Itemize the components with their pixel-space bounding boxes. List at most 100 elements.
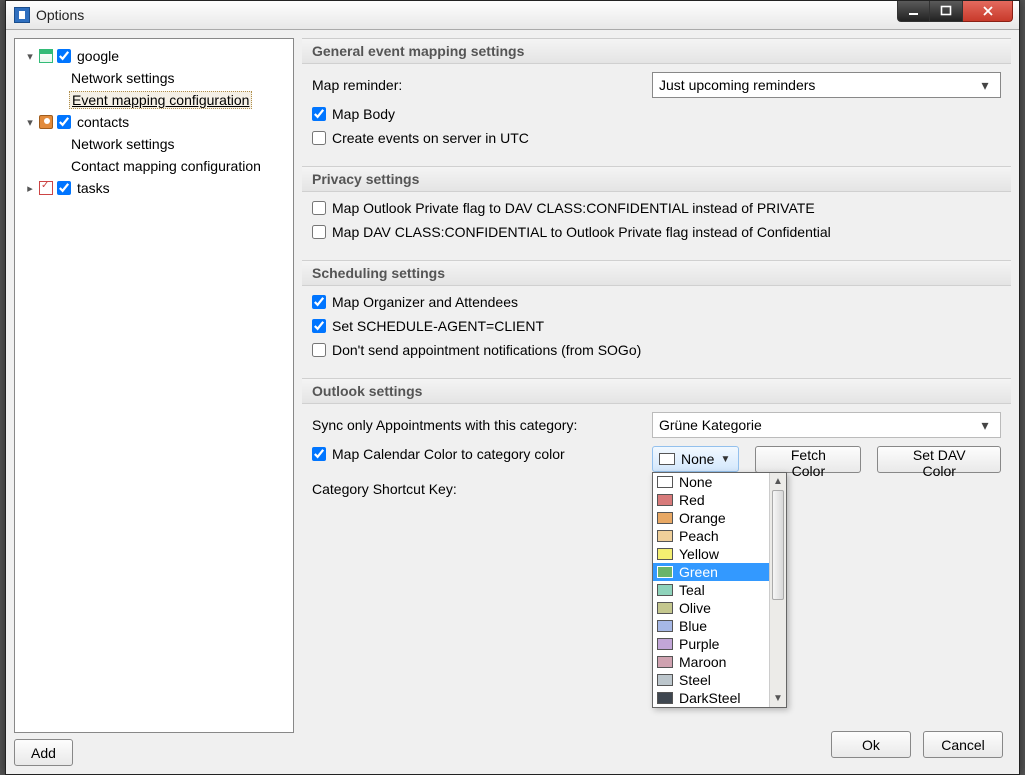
chevron-down-icon: ▾: [976, 417, 994, 434]
map-body-checkbox[interactable]: Map Body: [312, 106, 395, 122]
color-swatch-icon: [657, 494, 673, 506]
app-icon: [14, 7, 30, 23]
scroll-down-icon[interactable]: ▼: [770, 690, 786, 707]
category-color-button[interactable]: None ▼: [652, 446, 739, 472]
section-header-general: General event mapping settings: [302, 38, 1011, 64]
color-option-label: Olive: [679, 600, 711, 616]
settings-panel: General event mapping settings Map remin…: [302, 38, 1011, 766]
scrollbar[interactable]: ▲ ▼: [769, 473, 786, 707]
shortcut-key-label: Category Shortcut Key:: [312, 481, 652, 497]
tree-item-checkbox[interactable]: [57, 181, 71, 195]
tree-item[interactable]: Event mapping configuration: [19, 89, 289, 111]
dialog-footer: Ok Cancel: [831, 731, 1003, 758]
tree-item-label: Event mapping configuration: [69, 91, 252, 109]
section-header-scheduling: Scheduling settings: [302, 260, 1011, 286]
color-option[interactable]: Maroon: [653, 653, 769, 671]
expander-icon[interactable]: ▾: [23, 50, 37, 63]
tree-item[interactable]: ▾ contacts: [19, 111, 289, 133]
privacy-confidential-checkbox[interactable]: Map Outlook Private flag to DAV CLASS:CO…: [312, 200, 815, 216]
map-calendar-color-checkbox[interactable]: Map Calendar Color to category color: [312, 446, 652, 462]
color-swatch-icon: [657, 620, 673, 632]
chevron-down-icon: ▼: [720, 454, 730, 465]
color-option-label: Peach: [679, 528, 719, 544]
color-swatch-icon: [657, 602, 673, 614]
scrollbar-thumb[interactable]: [772, 490, 784, 600]
titlebar[interactable]: Options: [6, 1, 1019, 30]
create-utc-checkbox[interactable]: Create events on server in UTC: [312, 130, 529, 146]
fetch-color-button[interactable]: Fetch Color: [755, 446, 861, 473]
scroll-up-icon[interactable]: ▲: [770, 473, 786, 490]
contacts-icon: [37, 114, 55, 130]
color-button-row: None ▼ Fetch Color Set DAV Color: [652, 446, 1001, 473]
tree-item[interactable]: ▾ google: [19, 45, 289, 67]
maximize-button[interactable]: [930, 1, 963, 22]
color-swatch-icon: [657, 656, 673, 668]
sync-category-select[interactable]: Grüne Kategorie ▾: [652, 412, 1001, 438]
color-option[interactable]: Blue: [653, 617, 769, 635]
schedule-agent-checkbox[interactable]: Set SCHEDULE-AGENT=CLIENT: [312, 318, 544, 334]
color-swatch-icon: [657, 692, 673, 704]
color-option[interactable]: Peach: [653, 527, 769, 545]
color-swatch-icon: [657, 512, 673, 524]
tree-item[interactable]: ▸ tasks: [19, 177, 289, 199]
color-option[interactable]: Green: [653, 563, 769, 581]
tree-item-label: google: [75, 48, 121, 64]
category-color-value: None: [681, 451, 714, 467]
tree-item-checkbox[interactable]: [57, 49, 71, 63]
color-option[interactable]: Red: [653, 491, 769, 509]
chevron-down-icon: ▾: [976, 77, 994, 94]
tree-item-label: contacts: [75, 114, 131, 130]
ok-button[interactable]: Ok: [831, 731, 911, 758]
window-controls: [897, 1, 1013, 22]
expander-icon[interactable]: ▾: [23, 116, 37, 129]
tree-item-label: tasks: [75, 180, 112, 196]
tree-item-label: Network settings: [69, 70, 176, 86]
color-option-label: Orange: [679, 510, 726, 526]
sidebar: ▾ google Network settings Event mapping con…: [14, 38, 294, 766]
tree-item-label: Network settings: [69, 136, 176, 152]
color-swatch-icon: [657, 638, 673, 650]
color-option-label: None: [679, 474, 712, 490]
color-swatch-icon: [659, 453, 675, 465]
color-option[interactable]: None: [653, 473, 769, 491]
tree-item[interactable]: Contact mapping configuration: [19, 155, 289, 177]
minimize-button[interactable]: [897, 1, 930, 22]
color-option[interactable]: Teal: [653, 581, 769, 599]
color-option-label: Purple: [679, 636, 719, 652]
color-option[interactable]: Steel: [653, 671, 769, 689]
tree-item[interactable]: Network settings: [19, 133, 289, 155]
color-swatch-icon: [657, 476, 673, 488]
color-option-label: DarkSteel: [679, 690, 740, 706]
sync-category-label: Sync only Appointments with this categor…: [312, 417, 652, 433]
color-option[interactable]: DarkSteel: [653, 689, 769, 707]
expander-icon[interactable]: ▸: [23, 182, 37, 195]
cancel-button[interactable]: Cancel: [923, 731, 1003, 758]
map-reminder-label: Map reminder:: [312, 77, 652, 93]
tree-item[interactable]: Network settings: [19, 67, 289, 89]
map-reminder-select[interactable]: Just upcoming reminders ▾: [652, 72, 1001, 98]
close-button[interactable]: [963, 1, 1013, 22]
color-dropdown[interactable]: NoneRedOrange PeachYellowGreenTealOliveBl…: [652, 472, 787, 708]
add-button[interactable]: Add: [14, 739, 73, 766]
map-organizer-checkbox[interactable]: Map Organizer and Attendees: [312, 294, 518, 310]
color-option-label: Maroon: [679, 654, 726, 670]
tree-item-checkbox[interactable]: [57, 115, 71, 129]
privacy-reverse-checkbox[interactable]: Map DAV CLASS:CONFIDENTIAL to Outlook Pr…: [312, 224, 831, 240]
color-option[interactable]: Yellow: [653, 545, 769, 563]
section-header-outlook: Outlook settings: [302, 378, 1011, 404]
set-dav-color-button[interactable]: Set DAV Color: [877, 446, 1001, 473]
color-swatch-icon: [657, 548, 673, 560]
map-reminder-value: Just upcoming reminders: [659, 77, 815, 93]
color-option[interactable]: Orange: [653, 509, 769, 527]
window-title: Options: [36, 7, 84, 23]
color-option[interactable]: Purple: [653, 635, 769, 653]
suppress-notify-checkbox[interactable]: Don't send appointment notifications (fr…: [312, 342, 641, 358]
color-option[interactable]: Olive: [653, 599, 769, 617]
client-area: ▾ google Network settings Event mapping con…: [6, 30, 1019, 774]
color-option-label: Steel: [679, 672, 711, 688]
profile-tree[interactable]: ▾ google Network settings Event mapping con…: [14, 38, 294, 733]
color-swatch-icon: [657, 584, 673, 596]
options-window: Options ▾ google Network settings Event map…: [5, 0, 1020, 775]
color-swatch-icon: [657, 566, 673, 578]
color-option-label: Green: [679, 564, 718, 580]
